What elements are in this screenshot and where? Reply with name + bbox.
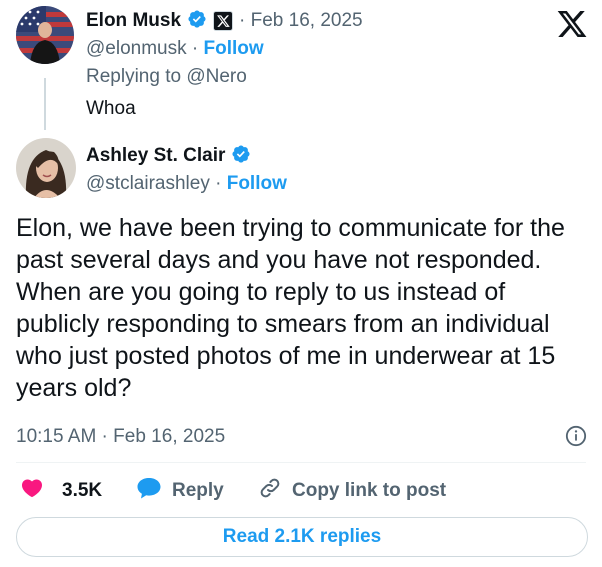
handle-separator: · bbox=[209, 173, 227, 194]
avatar[interactable] bbox=[16, 138, 76, 198]
like-button[interactable]: 3.5K bbox=[20, 476, 102, 506]
follow-button[interactable]: Follow bbox=[227, 173, 287, 195]
reply-text: Whoa bbox=[86, 98, 136, 119]
follow-button[interactable]: Follow bbox=[204, 38, 264, 60]
link-icon bbox=[258, 476, 282, 506]
x-logo-icon[interactable] bbox=[556, 8, 588, 40]
handle-separator: · bbox=[186, 38, 204, 59]
tweet-date[interactable]: · Feb 16, 2025 bbox=[239, 10, 363, 32]
author-name[interactable]: Ashley St. Clair bbox=[86, 145, 225, 167]
divider bbox=[16, 462, 586, 463]
read-replies-button[interactable]: Read 2.1K replies bbox=[16, 517, 588, 557]
thread-connector bbox=[44, 78, 46, 130]
author-handle[interactable]: @elonmusk bbox=[86, 38, 187, 60]
author-name[interactable]: Elon Musk bbox=[86, 10, 181, 32]
author-handle[interactable]: @stclairashley bbox=[86, 173, 210, 195]
like-count: 3.5K bbox=[62, 480, 103, 501]
tweet-text: Elon, we have been trying to communicate… bbox=[16, 214, 565, 402]
copy-link-button[interactable]: Copy link to post bbox=[258, 476, 446, 506]
reply-button[interactable]: Reply bbox=[136, 476, 224, 506]
avatar[interactable] bbox=[16, 6, 74, 64]
verified-badge-icon bbox=[187, 9, 207, 34]
info-icon[interactable] bbox=[565, 425, 587, 447]
replying-to[interactable]: Replying to @Nero bbox=[86, 64, 247, 90]
verified-badge-icon bbox=[231, 144, 251, 169]
x-affiliate-badge-icon bbox=[213, 11, 234, 31]
copy-link-label: Copy link to post bbox=[292, 480, 447, 501]
tweet-timestamp[interactable]: 10:15 AM · Feb 16, 2025 bbox=[16, 424, 225, 450]
reply-bubble-icon bbox=[136, 476, 162, 506]
heart-icon bbox=[20, 476, 44, 506]
read-replies-label: Read 2.1K replies bbox=[222, 526, 382, 547]
reply-label: Reply bbox=[172, 480, 224, 501]
